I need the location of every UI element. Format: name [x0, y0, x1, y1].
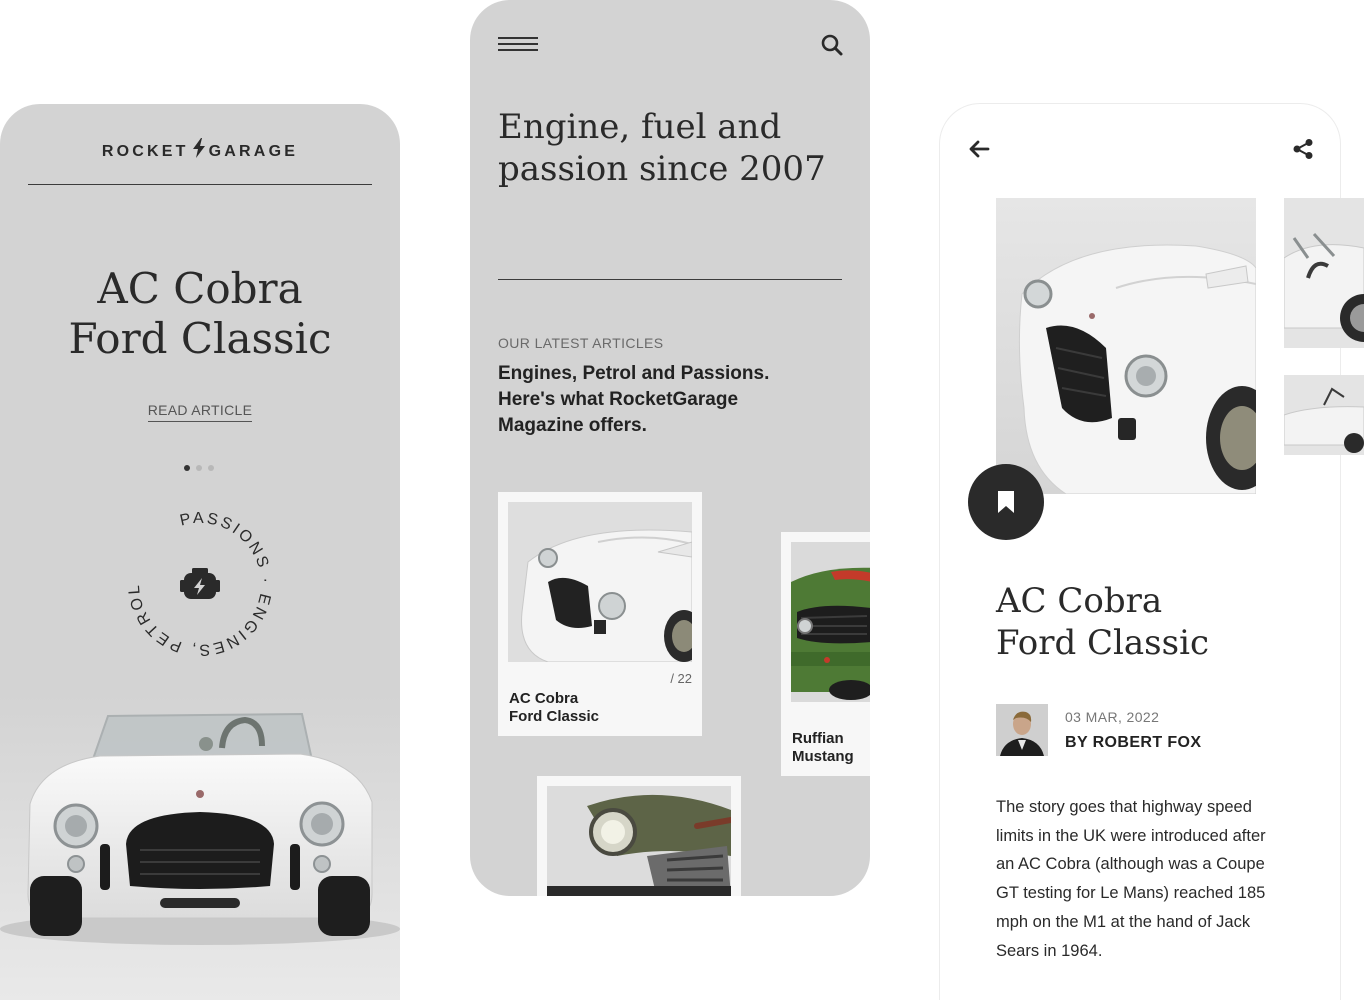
feed-screen: Engine, fuel and passion since 2007 OUR … [470, 0, 870, 896]
article-author[interactable]: BY ROBERT FOX [1065, 734, 1201, 752]
back-arrow-icon[interactable] [968, 138, 990, 160]
article-title: AC Cobra Ford Classic [996, 580, 1316, 664]
article-title-line: AC Cobra [996, 581, 1163, 621]
circular-badge: PASSIONS · ENGINES, PETROL AND [125, 509, 271, 658]
article-card-title-line: Mustang [792, 748, 854, 765]
article-card-image [547, 786, 731, 896]
article-card[interactable]: / 22 AC Cobra Ford Classic [498, 492, 702, 736]
carousel-dot[interactable] [208, 465, 214, 471]
read-article-link-wrap: READ ARTICLE [0, 402, 400, 422]
share-icon[interactable] [1292, 138, 1314, 160]
divider [498, 279, 842, 280]
avatar[interactable] [996, 704, 1048, 756]
article-card[interactable] [537, 776, 741, 896]
brand-logo[interactable]: ROCKET GARAGE [0, 138, 400, 163]
article-hero-image[interactable] [996, 198, 1256, 494]
carousel-dot[interactable] [196, 465, 202, 471]
mustang-image [791, 542, 870, 702]
search-icon[interactable] [820, 33, 844, 57]
divider [28, 184, 372, 185]
featured-title: AC Cobra Ford Classic [0, 264, 400, 364]
logo-word-left: ROCKET [101, 143, 189, 160]
article-card-title-line: Ruffian [792, 730, 844, 747]
section-kicker: OUR LATEST ARTICLES [498, 335, 664, 351]
gallery-thumbnail[interactable] [1284, 375, 1364, 455]
article-card[interactable]: Ruffian Mustang [781, 532, 870, 776]
article-body: The story goes that highway speed limits… [996, 798, 1266, 960]
gallery-count: / 22 [670, 671, 692, 686]
article-card-title-line: AC Cobra [509, 690, 579, 707]
article-card-title: Ruffian Mustang [792, 730, 854, 766]
featured-title-line: Ford Classic [68, 314, 332, 363]
page-headline: Engine, fuel and passion since 2007 [498, 107, 826, 189]
gallery-thumbnail[interactable] [1284, 198, 1364, 348]
section-lede: Engines, Petrol and Passions. Here's wha… [498, 363, 770, 436]
article-title-line: Ford Classic [996, 623, 1209, 663]
carousel-dot-active[interactable] [184, 465, 190, 471]
engine-icon [180, 568, 220, 599]
article-card-image [508, 502, 692, 662]
read-article-link[interactable]: READ ARTICLE [147, 402, 253, 422]
article-screen: AC Cobra Ford Classic 03 MAR, 2022 BY RO… [940, 104, 1364, 1000]
cobra-hero-image [996, 198, 1256, 494]
cobra-profile-image [1284, 375, 1364, 455]
author-photo [996, 704, 1048, 756]
article-card-title: AC Cobra Ford Classic [509, 690, 599, 726]
featured-car-image[interactable] [0, 694, 400, 1000]
bookmark-button[interactable] [968, 464, 1044, 540]
article-date: 03 MAR, 2022 [1065, 709, 1160, 725]
bolt-icon [191, 138, 207, 163]
cobra-side-image [1284, 198, 1364, 348]
bookmark-icon [998, 491, 1014, 513]
article-card-image [791, 542, 870, 702]
menu-icon[interactable] [498, 37, 538, 53]
motorcycle-image [547, 786, 731, 896]
cobra-image [508, 502, 692, 662]
logo-word-right: GARAGE [208, 143, 299, 160]
article-card-title-line: Ford Classic [509, 708, 600, 725]
carousel-dots [184, 465, 214, 471]
home-screen: ROCKET GARAGE AC Cobra Ford Classic READ … [0, 104, 400, 1000]
featured-title-line: AC Cobra [97, 264, 303, 313]
